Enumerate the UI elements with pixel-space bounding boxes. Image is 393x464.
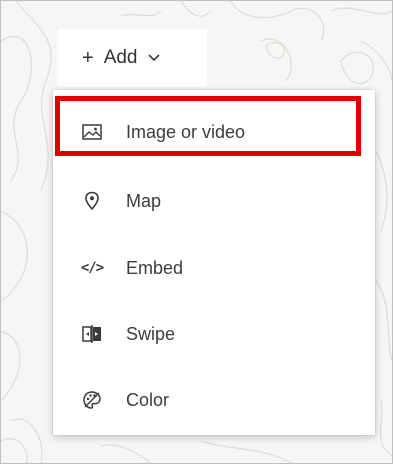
editor-canvas: + Add Image or video Map </> Embed Swipe… bbox=[0, 0, 393, 464]
menu-item-label: Map bbox=[126, 190, 162, 211]
map-pin-icon bbox=[81, 190, 103, 212]
add-button[interactable]: + Add bbox=[58, 29, 207, 87]
palette-icon bbox=[81, 389, 103, 411]
menu-item-map[interactable]: Map bbox=[53, 168, 375, 234]
code-icon: </> bbox=[80, 260, 104, 276]
menu-item-image-or-video[interactable]: Image or video bbox=[53, 99, 375, 165]
image-icon bbox=[81, 121, 103, 143]
chevron-down-icon bbox=[147, 54, 160, 62]
add-button-label: Add bbox=[103, 47, 138, 68]
swipe-icon bbox=[81, 323, 103, 345]
plus-icon: + bbox=[82, 47, 94, 69]
menu-item-swipe[interactable]: Swipe bbox=[53, 301, 375, 367]
menu-item-label: Embed bbox=[126, 257, 184, 278]
menu-item-label: Swipe bbox=[126, 323, 176, 344]
menu-item-label: Color bbox=[126, 389, 170, 410]
menu-item-color[interactable]: Color bbox=[53, 367, 375, 433]
menu-item-label: Image or video bbox=[126, 121, 246, 142]
menu-item-embed[interactable]: </> Embed bbox=[53, 235, 375, 301]
add-dropdown-menu: Image or video Map </> Embed Swipe Color bbox=[53, 90, 375, 435]
